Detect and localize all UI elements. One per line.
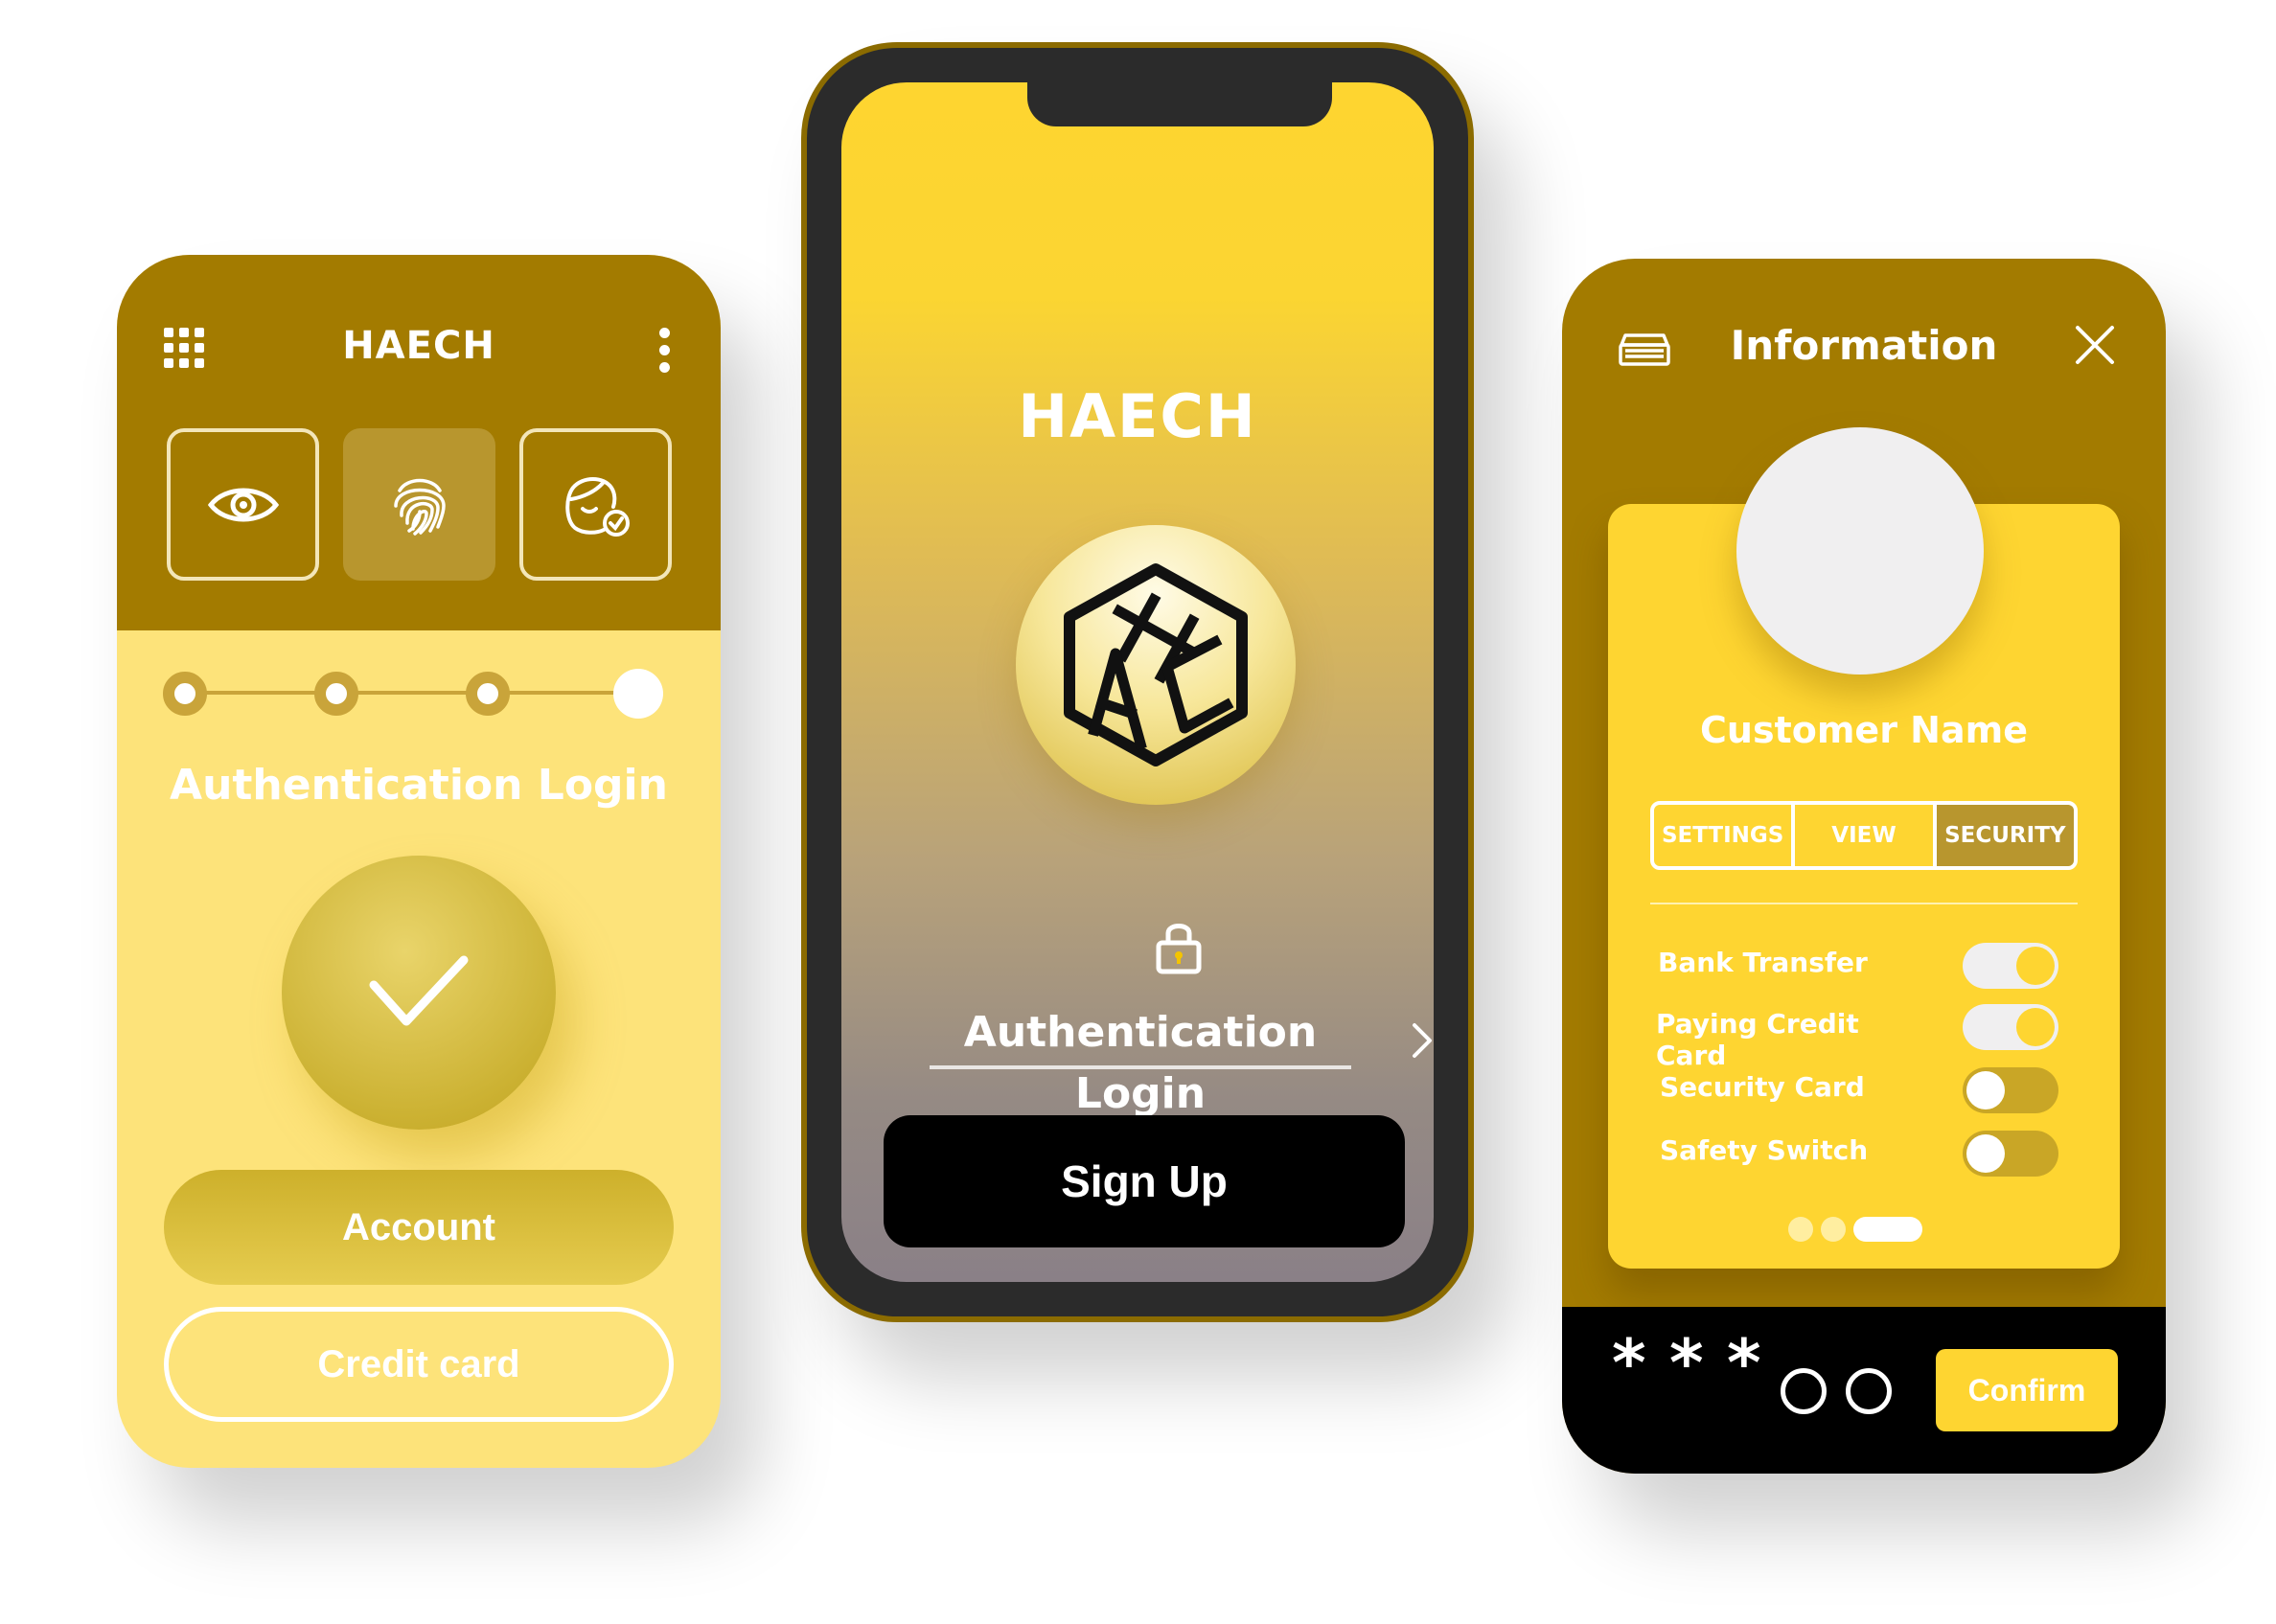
lock-icon [1156,924,1202,974]
pin-digit-empty [1846,1368,1892,1414]
pin-digit-filled: * [1727,1326,1761,1402]
chevron-right-icon[interactable] [1407,1021,1434,1060]
toggle-knob [2016,947,2055,985]
toggle-label-security-card: Security Card [1660,1071,1865,1103]
auth-login-label: Authentication Login [170,761,668,810]
face-auth-button[interactable] [519,428,672,581]
avatar[interactable] [1736,427,1984,675]
phone-notch [1027,82,1332,126]
app-title: HAECH [1018,381,1257,451]
tab-settings[interactable]: SETTINGS [1654,805,1796,866]
step-4-current [613,669,663,719]
app-title: HAECH [342,324,495,368]
tab-bar: SETTINGS VIEW SECURITY [1650,801,2078,870]
security-card-toggle[interactable] [1963,1067,2058,1113]
toggle-label-paying-credit-card: Paying Credit Card [1656,1008,1859,1071]
pin-digit-empty [1781,1368,1827,1414]
phone-bezel: HAECH Authentication Login Sign Up [807,48,1468,1316]
phone-frame: HAECH Authentication Login Sign Up [801,42,1474,1322]
auth-login-link[interactable]: Authentication Login [930,1002,1351,1118]
step-2 [314,672,358,716]
welcome-screen: HAECH Authentication Login Sign Up [841,82,1434,1282]
page-dot-2[interactable] [1821,1217,1846,1242]
stepper-line [182,691,661,695]
tab-security[interactable]: SECURITY [1936,805,2074,866]
toggle-label-safety-switch: Safety Switch [1660,1134,1869,1166]
step-3 [466,672,510,716]
face-id-icon [564,476,630,537]
checkmark-icon [369,955,469,1026]
fingerprint-icon [393,478,446,536]
paying-credit-card-toggle[interactable] [1963,1004,2058,1050]
divider [1650,903,2078,904]
toggle-knob [1966,1134,2005,1173]
eye-icon [207,488,279,521]
cube-logo-icon [1064,563,1248,766]
close-icon[interactable] [2072,322,2118,368]
pin-digit-filled: * [1612,1326,1646,1402]
pin-digit-filled: * [1669,1326,1704,1402]
safety-switch-toggle[interactable] [1963,1131,2058,1177]
bank-transfer-toggle[interactable] [1963,943,2058,989]
auth-success-indicator [282,856,556,1130]
logo-badge [1016,525,1296,805]
page-dot-3-active[interactable] [1853,1217,1922,1242]
pin-entry-bar: * * * Confirm [1562,1307,2166,1474]
page-indicator [1788,1217,1922,1242]
toggle-knob [2016,1008,2055,1046]
sign-up-button[interactable]: Sign Up [884,1115,1405,1247]
step-1 [163,672,207,716]
more-options-icon[interactable] [659,328,671,374]
iris-auth-button[interactable] [167,428,319,581]
fingerprint-auth-button[interactable] [343,428,495,581]
auth-login-screen: HAECH Authentication Login Account Credi… [117,255,721,1468]
customer-name: Customer Name [1700,709,2028,751]
toggle-label-bank-transfer: Bank Transfer [1658,947,1868,978]
header-panel: HAECH [117,255,721,630]
toggle-knob [1966,1071,2005,1109]
credit-card-button[interactable]: Credit card [164,1307,674,1422]
page-dot-1[interactable] [1788,1217,1813,1242]
information-screen: Information Customer Name SETTINGS VIEW … [1562,259,2166,1474]
login-progress-stepper [163,665,680,722]
tab-view[interactable]: VIEW [1795,805,1937,866]
account-button[interactable]: Account [164,1170,674,1285]
confirm-button[interactable]: Confirm [1936,1349,2118,1431]
